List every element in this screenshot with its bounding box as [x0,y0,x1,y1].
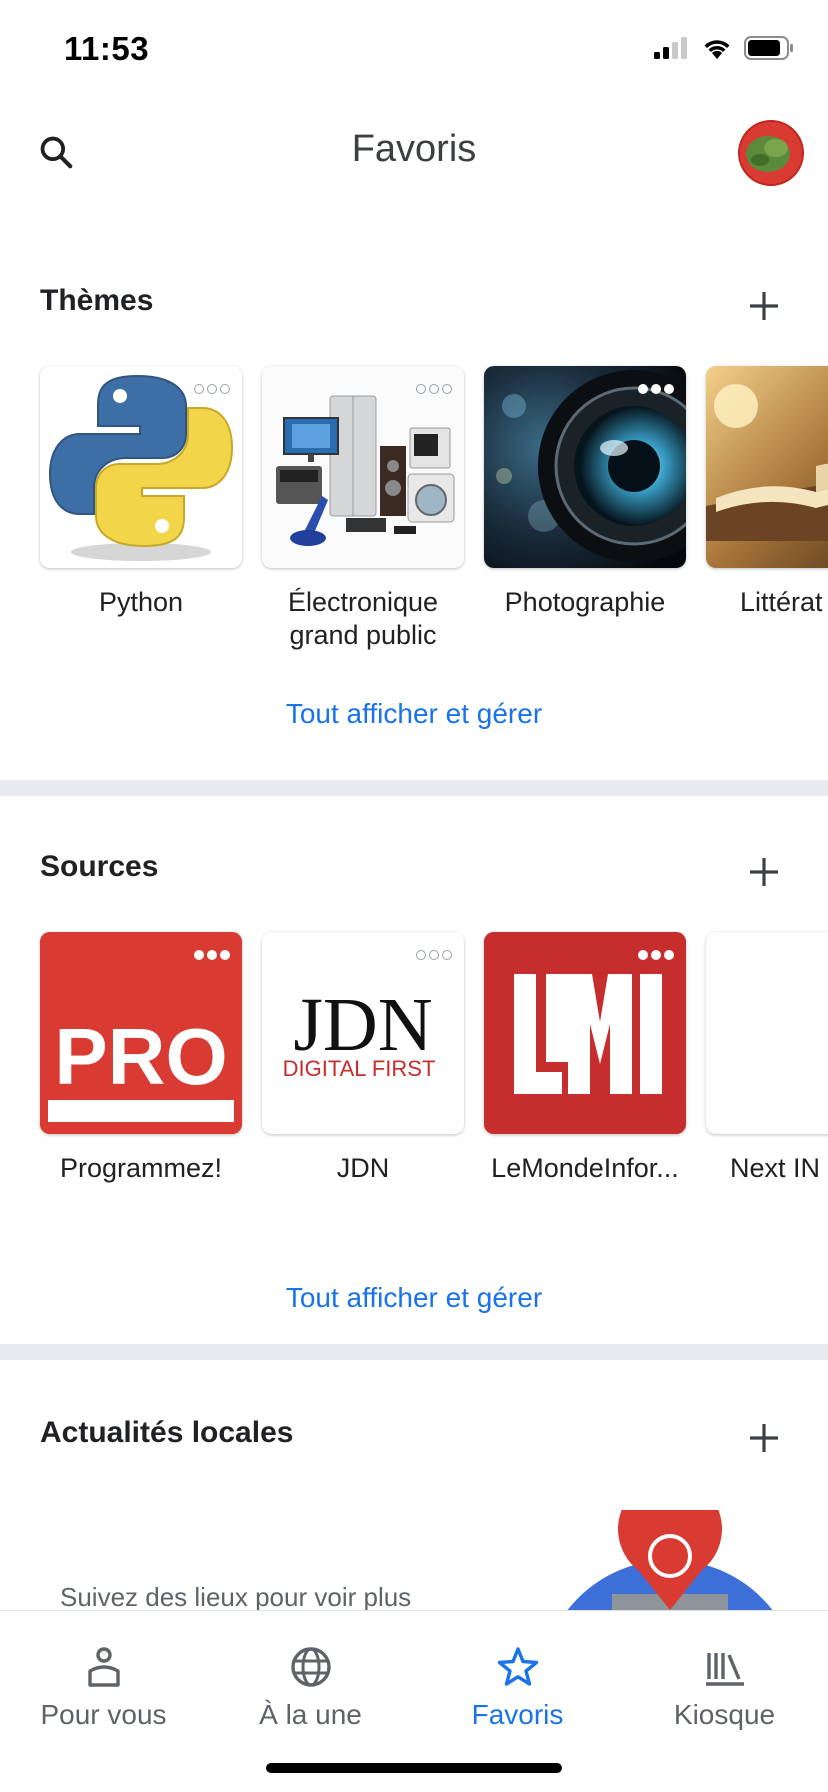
nav-item-kiosque[interactable]: Kiosque [621,1611,828,1751]
status-icons [654,36,794,60]
status-time: 11:53 [64,30,150,67]
sources-section: Sources PRO Programmez! JDN DIGITAL FIRS… [0,796,828,1344]
wifi-icon [704,40,730,59]
source-tile: PRO [40,932,242,1134]
avatar-image [738,120,804,186]
source-tile [706,932,828,1134]
source-card-jdn[interactable]: JDN DIGITAL FIRST JDN [262,932,464,1185]
jdn-logo-subtext: DIGITAL FIRST [283,1056,436,1081]
nav-label: Pour vous [40,1699,167,1730]
source-label: Programmez! [59,1153,223,1183]
avatar[interactable] [738,120,804,186]
book-image [706,366,828,568]
lmi-logo [484,932,686,1134]
theme-label: Python [98,587,184,617]
person-icon [87,1647,120,1687]
sources-row: PRO Programmez! JDN DIGITAL FIRST JDN Le… [40,932,828,1185]
themes-title: Thèmes [40,284,154,317]
battery-icon [744,36,793,60]
source-card-next-inpact[interactable]: Next IN [706,932,828,1185]
source-tile [484,932,686,1134]
local-news-prompt: Suivez des lieux pour voir plus [60,1582,412,1612]
local-news-title: Actualités locales [40,1416,294,1449]
plus-icon [750,1424,778,1452]
source-label: Next IN [730,1153,821,1183]
python-logo-icon [48,374,234,561]
page-title: Favoris [351,128,477,170]
more-options-icon[interactable] [194,384,230,394]
local-news-section: Actualités locales Suivez des lieux pour… [0,1360,828,1612]
more-options-icon[interactable] [416,384,452,394]
electronics-image [262,366,464,568]
source-label: LeMondeInfor... [491,1153,679,1183]
sources-title: Sources [40,850,159,883]
home-indicator[interactable] [266,1763,562,1773]
screen: 11:53 Favoris Thèmes Python Électronique… [0,0,828,1792]
plus-icon [750,292,778,320]
more-options-icon[interactable] [416,950,452,960]
status-bar: 11:53 [0,0,828,96]
jdn-logo-text: JDN [293,983,432,1067]
more-options-icon[interactable] [638,950,674,960]
theme-label: Photographie [504,587,666,617]
source-card-programmez[interactable]: PRO Programmez! [40,932,242,1185]
section-divider [0,780,828,796]
theme-card-litterature[interactable]: Littérat [706,366,828,652]
nav-item-pour-vous[interactable]: Pour vous [0,1611,207,1751]
add-source-button[interactable] [742,850,786,894]
theme-card-photographie[interactable]: Photographie [484,366,686,652]
nav-label: Kiosque [673,1699,776,1730]
more-options-icon[interactable] [638,384,674,394]
newsstand-icon [705,1653,744,1686]
themes-row: Python Électronique grand public Photogr… [40,366,828,652]
nav-item-a-la-une[interactable]: À la une [207,1611,414,1751]
signal-icon [654,37,687,59]
star-icon [497,1647,538,1686]
add-location-button[interactable] [742,1416,786,1460]
theme-tile [262,366,464,568]
jdn-logo: JDN DIGITAL FIRST [262,932,464,1134]
theme-tile [40,366,242,568]
source-tile: JDN DIGITAL FIRST [262,932,464,1134]
section-divider [0,1344,828,1360]
programmez-logo: PRO [40,932,242,1134]
theme-tile [706,366,828,568]
nav-label: À la une [259,1699,362,1730]
theme-label: Littérat [740,587,823,617]
theme-label: Électronique grand public [287,587,439,650]
themes-section: Thèmes Python Électronique grand public … [0,208,828,780]
themes-see-all-link[interactable]: Tout afficher et gérer [0,698,828,730]
more-options-icon[interactable] [194,950,230,960]
plus-icon [750,858,778,886]
map-pin-illustration [567,1510,773,1610]
programmez-logo-text: PRO [54,1012,227,1101]
camera-lens-image [484,366,686,568]
sources-see-all-link[interactable]: Tout afficher et gérer [0,1282,828,1314]
theme-tile [484,366,686,568]
source-card-lmi[interactable]: LeMondeInfor... [484,932,686,1185]
source-label: JDN [336,1153,390,1183]
theme-card-python[interactable]: Python [40,366,242,652]
theme-card-electronique[interactable]: Électronique grand public [262,366,464,652]
nav-item-favoris[interactable]: Favoris [414,1611,621,1751]
app-bar: Favoris [0,96,828,208]
add-theme-button[interactable] [742,284,786,328]
nav-label: Favoris [471,1699,564,1730]
globe-icon [290,1647,331,1687]
